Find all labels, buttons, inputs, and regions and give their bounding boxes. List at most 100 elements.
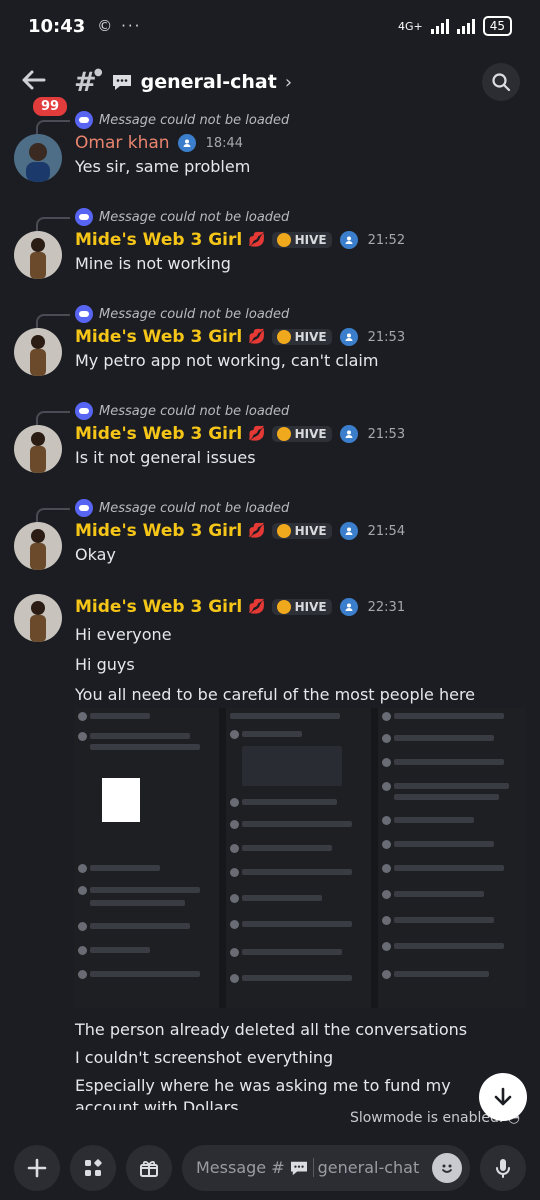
chevron-right-icon[interactable]: › [285,72,292,93]
search-icon [492,73,511,92]
timestamp: 21:53 [367,426,406,442]
message-input[interactable]: Message # general-chat [182,1144,470,1191]
input-bar: Message # general-chat [0,1135,540,1200]
clan-tag[interactable]: HIVE [271,523,332,539]
discord-icon [75,208,93,226]
clan-tag[interactable]: HIVE [271,329,332,345]
author-name[interactable]: Mide's Web 3 Girl [75,424,242,444]
message-text: Okay [75,545,116,564]
message-text: My petro app not working, can't claim [75,351,379,370]
timestamp: 21:54 [367,523,406,539]
clan-tag-label: HIVE [294,427,327,441]
arrow-down-icon [494,1087,512,1106]
role-icon [177,134,196,152]
message[interactable]: Message could not be loaded Omar khan 18… [0,110,540,182]
reply-preview[interactable]: Message could not be loaded [75,110,528,130]
message[interactable]: Mide's Web 3 Girl 💋 HIVE 22:31 Hi everyo… [0,594,540,1110]
role-icon [339,231,358,249]
channel-hash-icon: # ● [74,66,103,98]
clan-tag-label: HIVE [294,330,327,344]
message[interactable]: Message could not be loaded Mide's Web 3… [0,304,540,376]
author-name[interactable]: Mide's Web 3 Girl [75,327,242,347]
gift-button[interactable] [126,1144,172,1191]
message[interactable]: Message could not be loaded Mide's Web 3… [0,498,540,570]
discord-icon [75,499,93,517]
author-name[interactable]: Omar khan [75,133,170,153]
back-button[interactable]: 99 [20,66,71,119]
lips-icon: 💋 [248,523,266,539]
reply-preview[interactable]: Message could not be loaded [75,207,528,227]
search-button[interactable] [482,63,520,101]
discord-icon [75,111,93,129]
apps-icon [85,1158,102,1176]
avatar[interactable] [14,425,62,473]
screenshot-image[interactable] [74,708,219,1008]
author-row: Mide's Web 3 Girl 💋 HIVE 21:53 [75,324,528,350]
reply-text: Message could not be loaded [99,209,290,225]
input-placeholder-prefix: Message # [196,1158,285,1177]
battery-icon: 45 [482,16,512,36]
author-row: Omar khan 18:44 [75,130,528,156]
status-time: 10:43 [28,15,86,37]
discord-icon [75,402,93,420]
screenshot-image[interactable] [226,708,371,1008]
reply-preview[interactable]: Message could not be loaded [75,304,528,324]
role-icon [339,328,358,346]
gift-icon [140,1160,158,1177]
avatar[interactable] [14,594,62,642]
message-text: Yes sir, same problem [75,157,251,176]
reply-preview[interactable]: Message could not be loaded [75,498,528,518]
reply-preview[interactable]: Message could not be loaded [75,401,528,421]
lock-icon: ● [93,66,103,78]
flame-icon [276,330,291,344]
author-name[interactable]: Mide's Web 3 Girl [75,521,242,541]
clan-tag-label: HIVE [294,600,327,614]
channel-header: 99 # ● general-chat › [0,52,540,119]
timestamp: 21:52 [367,232,406,248]
image-attachments[interactable] [74,708,526,1008]
message-text: The person already deleted all the conve… [75,1020,468,1039]
message-text: Is it not general issues [75,448,256,467]
author-row: Mide's Web 3 Girl 💋 HIVE 21:52 [75,227,528,253]
emoji-icon [442,1164,452,1173]
reply-text: Message could not be loaded [99,500,290,516]
flame-icon [276,524,291,538]
flame-icon [276,427,291,441]
message[interactable]: Message could not be loaded Mide's Web 3… [0,401,540,473]
author-name[interactable]: Mide's Web 3 Girl [75,597,242,617]
message-text: Mine is not working [75,254,231,273]
chat-bubble-icon [290,1161,307,1175]
avatar[interactable] [14,231,62,279]
discord-icon [75,305,93,323]
message-text: You all need to be careful of the most p… [75,685,476,704]
message-text: Hi everyone [75,625,172,644]
microphone-icon [496,1158,510,1178]
input-placeholder-channel: general-chat [312,1158,419,1177]
clan-tag[interactable]: HIVE [271,599,332,615]
message-text: Hi guys [75,655,135,674]
message[interactable]: Message could not be loaded Mide's Web 3… [0,207,540,279]
screenshot-image[interactable] [378,708,526,1008]
role-icon [339,425,358,443]
clan-tag-label: HIVE [294,524,327,538]
message-list[interactable]: Message could not be loaded Omar khan 18… [0,110,540,1110]
status-bar: 10:43 © ··· 4G+ 45 [0,0,540,52]
scroll-to-bottom-button[interactable] [479,1073,527,1121]
add-attachment-button[interactable] [14,1144,60,1191]
message-text: I couldn't screenshot everything [75,1048,334,1067]
voice-message-button[interactable] [480,1144,526,1191]
reply-text: Message could not be loaded [99,403,290,419]
channel-title[interactable]: general-chat [141,71,277,93]
avatar[interactable] [14,522,62,570]
avatar[interactable] [14,328,62,376]
lips-icon: 💋 [248,426,266,442]
reply-text: Message could not be loaded [99,112,290,128]
emoji-button[interactable] [432,1152,462,1183]
slowmode-text: Slowmode is enabled. [349,1110,504,1126]
avatar[interactable] [14,134,62,182]
author-name[interactable]: Mide's Web 3 Girl [75,230,242,250]
clan-tag[interactable]: HIVE [271,232,332,248]
apps-button[interactable] [70,1144,116,1191]
author-row: Mide's Web 3 Girl 💋 HIVE 21:54 [75,518,528,544]
clan-tag[interactable]: HIVE [271,426,332,442]
